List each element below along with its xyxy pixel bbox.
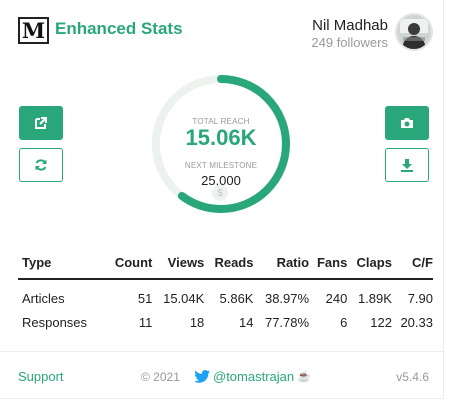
- table-cell: Responses: [22, 314, 88, 330]
- medium-logo: M: [18, 17, 49, 44]
- table-cell: 18: [189, 314, 205, 330]
- table-cell: 5.86K: [219, 290, 254, 306]
- column-header: C/F: [391, 253, 433, 280]
- export-button[interactable]: [385, 148, 429, 182]
- follower-count: 249 followers: [311, 35, 388, 50]
- column-header: Count: [105, 253, 153, 280]
- table-cell: 14: [239, 314, 254, 330]
- coffee-icon: ☕: [297, 371, 311, 383]
- table-cell: 240: [325, 290, 348, 306]
- app-title: Enhanced Stats: [55, 19, 183, 38]
- table-cell: 38.97%: [264, 290, 310, 306]
- column-header: Reads: [204, 253, 254, 280]
- user-name: Nil Madhab: [312, 17, 388, 34]
- table-cell: 1.89K: [357, 290, 392, 306]
- download-icon: [401, 159, 413, 172]
- column-header: Views: [152, 253, 205, 280]
- dollar-icon: $: [212, 185, 228, 201]
- copyright-text: © 2021: [141, 370, 180, 384]
- table-cell: Articles: [22, 290, 65, 306]
- next-milestone-label: NEXT MILESTONE: [184, 161, 258, 170]
- extension-popup: M Enhanced Stats Nil Madhab 249 follower…: [0, 0, 444, 399]
- table-cell: 122: [370, 314, 392, 330]
- refresh-icon: [35, 159, 47, 171]
- table-cell: 51: [137, 290, 153, 306]
- medium-logo-letter: M: [21, 18, 46, 43]
- table-cell: 11: [138, 314, 153, 330]
- table-cell: 6: [340, 314, 348, 330]
- table-cell: 15.04K: [163, 290, 205, 306]
- column-header: Claps: [347, 253, 392, 280]
- twitter-link[interactable]: @tomastrajan ☕: [194, 369, 311, 384]
- version-label: v5.4.6: [396, 370, 429, 384]
- twitter-bird-icon: [194, 370, 210, 383]
- table-row: Responses 11 18 14 77.78% 6 122 20.33: [18, 310, 433, 334]
- table-row: Articles 51 15.04K 5.86K 38.97% 240 1.89…: [18, 279, 433, 310]
- column-header: Fans: [309, 253, 348, 280]
- refresh-button[interactable]: [19, 148, 63, 182]
- table-cell: 77.78%: [264, 314, 310, 330]
- twitter-handle: @tomastrajan: [213, 369, 295, 384]
- open-stats-button[interactable]: [19, 106, 63, 140]
- column-header: Ratio: [253, 253, 310, 280]
- external-link-icon: [35, 117, 47, 129]
- total-reach-value: 15.06K: [185, 125, 257, 150]
- footer-divider: [0, 351, 443, 352]
- avatar: [395, 13, 433, 51]
- camera-icon: [401, 118, 413, 128]
- support-link[interactable]: Support: [18, 369, 64, 384]
- table-cell: 20.33: [400, 314, 433, 330]
- table-header-row: Type Count Views Reads Ratio Fans Claps …: [18, 253, 433, 280]
- column-header: Type: [18, 253, 106, 280]
- screenshot-button[interactable]: [385, 106, 429, 140]
- stats-table: Type Count Views Reads Ratio Fans Claps …: [18, 253, 433, 334]
- table-cell: 7.90: [407, 290, 433, 306]
